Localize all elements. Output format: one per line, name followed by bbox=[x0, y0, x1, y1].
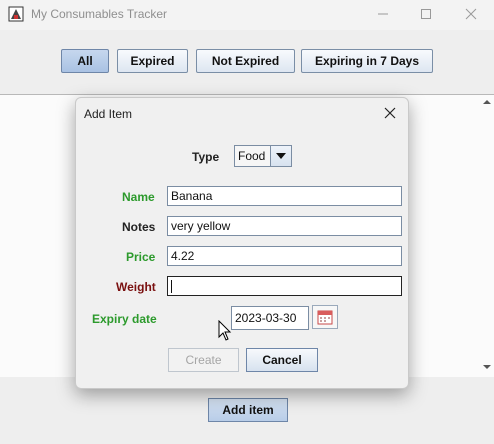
mouse-cursor-icon bbox=[218, 320, 232, 341]
add-item-dialog: Add Item Type Food Name Banana Notes ver… bbox=[75, 97, 409, 389]
expiry-date-label: Expiry date bbox=[92, 312, 157, 326]
dialog-title: Add Item bbox=[84, 107, 133, 121]
calendar-icon bbox=[317, 310, 333, 325]
close-icon bbox=[384, 107, 396, 119]
price-label: Price bbox=[126, 250, 156, 264]
text-caret bbox=[171, 280, 172, 294]
filter-not-expired-button[interactable]: Not Expired bbox=[196, 49, 295, 73]
filter-expired-button[interactable]: Expired bbox=[117, 49, 188, 73]
minimize-icon bbox=[378, 13, 388, 15]
calendar-button[interactable] bbox=[312, 305, 338, 329]
filter-bar: All Expired Not Expired Expiring in 7 Da… bbox=[0, 30, 494, 94]
weight-label: Weight bbox=[116, 280, 156, 294]
cancel-button[interactable]: Cancel bbox=[246, 348, 318, 372]
price-field[interactable]: 4.22 bbox=[167, 246, 402, 266]
create-button[interactable]: Create bbox=[168, 348, 239, 372]
minimize-button[interactable] bbox=[368, 4, 398, 24]
maximize-button[interactable] bbox=[411, 4, 441, 24]
expiry-date-field[interactable]: 2023-03-30 bbox=[231, 306, 309, 330]
name-label: Name bbox=[122, 190, 155, 204]
close-icon bbox=[465, 8, 477, 20]
scroll-up-arrow-icon[interactable] bbox=[480, 95, 494, 109]
type-select[interactable]: Food bbox=[234, 145, 292, 167]
notes-field[interactable]: very yellow bbox=[167, 216, 402, 236]
dropdown-arrow-icon[interactable] bbox=[270, 146, 291, 166]
filter-expiring-7-days-button[interactable]: Expiring in 7 Days bbox=[301, 49, 433, 73]
type-label: Type bbox=[192, 150, 220, 164]
add-item-button[interactable]: Add item bbox=[208, 398, 288, 422]
name-field[interactable]: Banana bbox=[167, 186, 402, 206]
title-bar: My Consumables Tracker bbox=[0, 0, 494, 30]
maximize-icon bbox=[421, 9, 431, 19]
app-icon bbox=[8, 6, 24, 22]
filter-all-button[interactable]: All bbox=[61, 49, 109, 73]
dialog-close-button[interactable] bbox=[378, 102, 402, 124]
close-window-button[interactable] bbox=[456, 4, 486, 24]
type-select-value: Food bbox=[238, 149, 266, 163]
window-title: My Consumables Tracker bbox=[31, 7, 168, 21]
notes-label: Notes bbox=[122, 220, 156, 234]
weight-field[interactable] bbox=[167, 276, 402, 296]
scroll-down-arrow-icon[interactable] bbox=[480, 360, 494, 374]
